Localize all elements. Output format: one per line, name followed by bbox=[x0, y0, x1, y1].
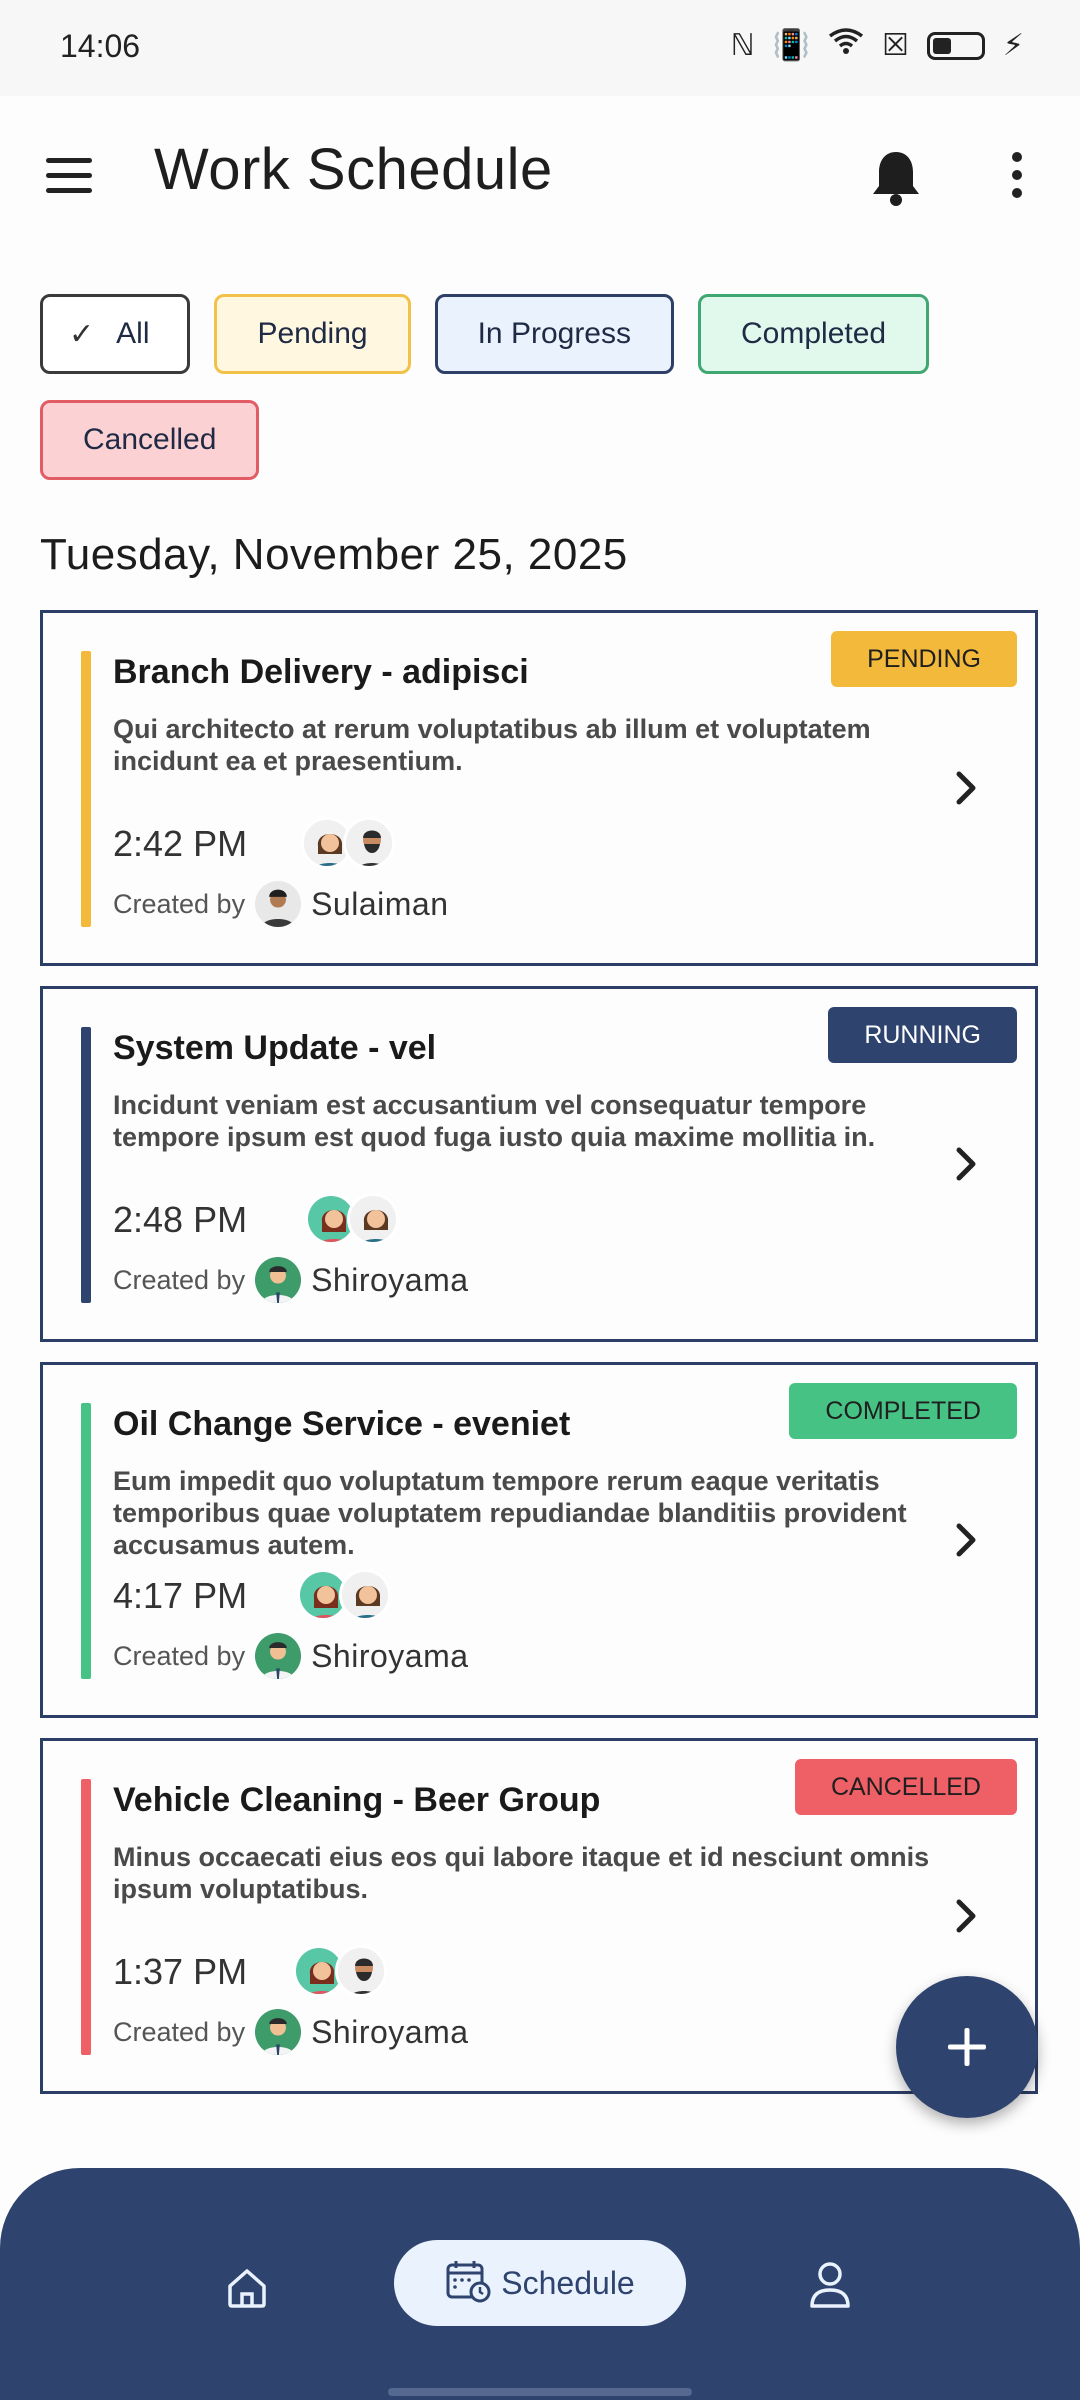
created-by-label: Created by bbox=[113, 2016, 246, 2047]
filter-chip-in-progress[interactable]: In Progress bbox=[434, 294, 674, 374]
home-indicator bbox=[388, 2388, 692, 2396]
date-heading: Tuesday, November 25, 2025 bbox=[40, 530, 628, 579]
nav-home-icon[interactable] bbox=[224, 2266, 270, 2310]
created-by: Created by Shiroyama bbox=[113, 2009, 469, 2055]
task-list: Branch Delivery - adipisci PENDING Qui a… bbox=[40, 610, 1038, 2114]
task-title: Vehicle Cleaning - Beer Group bbox=[113, 1781, 601, 1819]
task-time: 2:42 PM bbox=[113, 823, 248, 864]
created-by: Created by Shiroyama bbox=[113, 1257, 469, 1303]
task-card[interactable]: System Update - vel RUNNING Incidunt ven… bbox=[40, 986, 1038, 1342]
more-options-icon[interactable] bbox=[1004, 152, 1030, 202]
task-title: System Update - vel bbox=[113, 1029, 437, 1067]
status-accent-bar bbox=[81, 651, 91, 927]
task-time: 1:37 PM bbox=[113, 1951, 248, 1992]
task-card[interactable]: Oil Change Service - eveniet COMPLETED E… bbox=[40, 1362, 1038, 1718]
avatar bbox=[347, 1193, 399, 1245]
filter-chip-completed[interactable]: Completed bbox=[698, 294, 930, 374]
avatar bbox=[343, 817, 395, 869]
filter-chip-label: Pending bbox=[257, 317, 368, 350]
assignee-avatars bbox=[305, 1193, 399, 1245]
status-badge: CANCELLED bbox=[794, 1759, 1017, 1815]
created-by-label: Created by bbox=[113, 1264, 246, 1295]
menu-icon[interactable] bbox=[46, 158, 92, 193]
creator-avatar bbox=[255, 1257, 302, 1303]
filter-chip-all[interactable]: ✓ All bbox=[40, 294, 191, 374]
chevron-right-icon bbox=[951, 1520, 981, 1560]
creator-avatar bbox=[255, 2009, 302, 2055]
creator-avatar bbox=[255, 881, 302, 927]
status-filter-chips: ✓ All Pending In Progress Completed Canc… bbox=[40, 294, 1050, 480]
created-by: Created by Sulaiman bbox=[113, 881, 448, 927]
filter-chip-pending[interactable]: Pending bbox=[214, 294, 411, 374]
chevron-right-icon bbox=[951, 768, 981, 808]
task-description: Incidunt veniam est accusantium vel cons… bbox=[113, 1090, 876, 1152]
nfc-icon: ℕ bbox=[730, 29, 755, 62]
creator-name: Shiroyama bbox=[311, 2013, 469, 2050]
created-by-label: Created by bbox=[113, 1640, 246, 1671]
assignee-avatars bbox=[293, 1945, 387, 1997]
task-title: Branch Delivery - adipisci bbox=[113, 653, 529, 691]
nav-schedule-tab[interactable]: Schedule bbox=[394, 2240, 686, 2326]
task-time: 4:17 PM bbox=[113, 1575, 248, 1616]
vibrate-mute-icon: 📳 bbox=[772, 29, 811, 62]
filter-chip-label: All bbox=[116, 317, 150, 350]
status-accent-bar bbox=[81, 1779, 91, 2055]
bottom-navigation: Schedule bbox=[0, 2168, 1080, 2400]
task-card[interactable]: Branch Delivery - adipisci PENDING Qui a… bbox=[40, 610, 1038, 966]
chevron-right-icon bbox=[951, 1896, 981, 1936]
status-icons: ℕ 📳 ☒ ⚡ bbox=[731, 26, 1024, 66]
page-title: Work Schedule bbox=[154, 137, 553, 202]
filter-chip-label: In Progress bbox=[477, 317, 631, 350]
filter-chip-cancelled[interactable]: Cancelled bbox=[40, 400, 260, 480]
nav-profile-icon[interactable] bbox=[808, 2260, 852, 2310]
charging-icon: ⚡ bbox=[1002, 29, 1024, 62]
task-description: Eum impedit quo voluptatum tempore rerum… bbox=[113, 1466, 907, 1560]
created-by: Created by Shiroyama bbox=[113, 1633, 469, 1679]
task-description: Qui architecto at rerum voluptatibus ab … bbox=[113, 714, 871, 776]
check-icon: ✓ bbox=[69, 317, 95, 351]
status-badge: RUNNING bbox=[828, 1007, 1017, 1063]
creator-name: Sulaiman bbox=[311, 885, 449, 922]
status-time: 14:06 bbox=[60, 28, 141, 64]
creator-name: Shiroyama bbox=[311, 1637, 469, 1674]
status-accent-bar bbox=[81, 1403, 91, 1679]
creator-avatar bbox=[255, 1633, 302, 1679]
status-badge: PENDING bbox=[831, 631, 1017, 687]
nav-schedule-label: Schedule bbox=[501, 2264, 635, 2301]
assignee-avatars bbox=[301, 817, 395, 869]
filter-chip-label: Cancelled bbox=[83, 423, 217, 456]
avatar bbox=[335, 1945, 387, 1997]
created-by-label: Created by bbox=[113, 888, 246, 919]
battery-icon bbox=[926, 32, 985, 60]
avatar bbox=[339, 1569, 391, 1621]
notification-bell-icon[interactable] bbox=[868, 148, 924, 208]
sim-icon: ☒ bbox=[882, 29, 909, 62]
add-task-fab[interactable] bbox=[896, 1976, 1038, 2118]
creator-name: Shiroyama bbox=[311, 1261, 469, 1298]
status-accent-bar bbox=[81, 1027, 91, 1303]
assignee-avatars bbox=[297, 1569, 391, 1621]
status-bar: 14:06 ℕ 📳 ☒ ⚡ bbox=[0, 0, 1080, 96]
task-time: 2:48 PM bbox=[113, 1199, 248, 1240]
status-badge: COMPLETED bbox=[789, 1383, 1017, 1439]
chevron-right-icon bbox=[951, 1144, 981, 1184]
app-bar: Work Schedule bbox=[0, 96, 1080, 256]
calendar-clock-icon bbox=[445, 2259, 491, 2308]
wifi-icon bbox=[828, 26, 864, 66]
task-card[interactable]: Vehicle Cleaning - Beer Group CANCELLED … bbox=[40, 1738, 1038, 2094]
task-title: Oil Change Service - eveniet bbox=[113, 1405, 571, 1443]
filter-chip-label: Completed bbox=[741, 317, 887, 350]
task-description: Minus occaecati eius eos qui labore itaq… bbox=[113, 1842, 930, 1904]
